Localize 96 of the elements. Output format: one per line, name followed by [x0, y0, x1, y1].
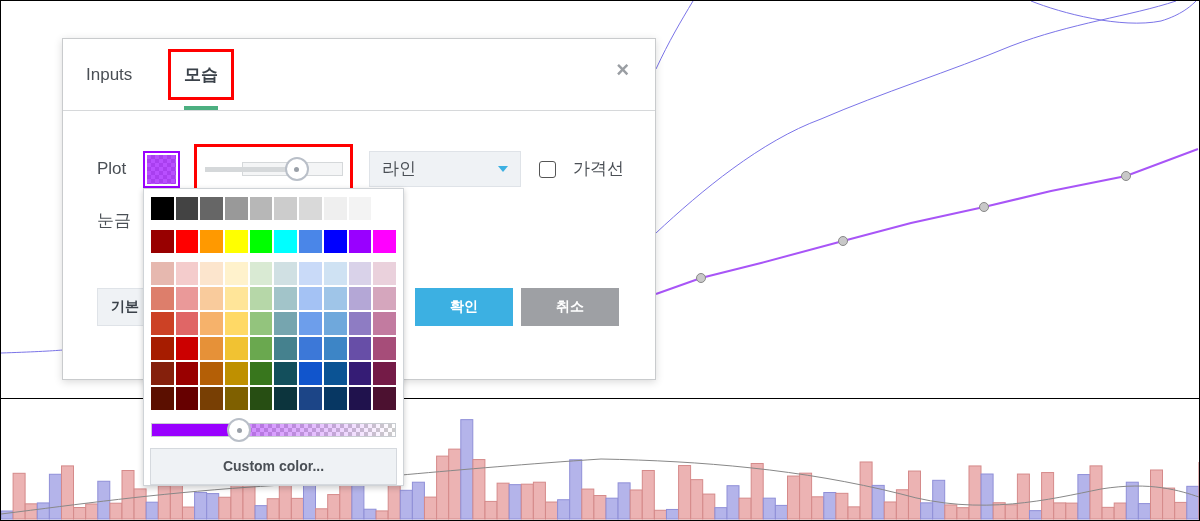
color-swatch[interactable]: [299, 337, 322, 360]
color-swatch[interactable]: [274, 312, 298, 335]
color-swatch[interactable]: [225, 337, 248, 360]
color-swatch[interactable]: [225, 262, 248, 285]
color-swatch[interactable]: [299, 197, 322, 220]
color-swatch[interactable]: [175, 230, 199, 253]
color-swatch[interactable]: [323, 312, 347, 335]
color-swatch[interactable]: [274, 287, 298, 310]
color-swatch[interactable]: [249, 312, 273, 335]
price-line-label: 가격선: [573, 158, 624, 181]
color-swatch[interactable]: [323, 362, 347, 385]
data-point: [1121, 171, 1131, 181]
data-point: [979, 202, 989, 212]
color-swatch[interactable]: [323, 387, 347, 410]
color-swatch[interactable]: [348, 262, 372, 285]
color-swatch[interactable]: [373, 262, 396, 285]
color-swatch[interactable]: [200, 197, 224, 220]
color-swatch[interactable]: [373, 312, 396, 335]
color-swatch[interactable]: [249, 287, 273, 310]
color-swatch[interactable]: [274, 337, 298, 360]
color-swatch[interactable]: [249, 387, 273, 410]
color-swatch[interactable]: [175, 337, 199, 360]
color-swatch[interactable]: [274, 230, 298, 253]
color-swatch[interactable]: [200, 230, 224, 253]
color-swatch[interactable]: [175, 312, 199, 335]
color-swatch[interactable]: [373, 230, 396, 253]
color-swatch[interactable]: [175, 387, 199, 410]
color-swatch[interactable]: [323, 337, 347, 360]
line-width-slider[interactable]: [204, 157, 343, 181]
color-swatch[interactable]: [175, 362, 199, 385]
color-swatch[interactable]: [299, 287, 322, 310]
color-swatch[interactable]: [323, 230, 347, 253]
color-swatch[interactable]: [373, 337, 396, 360]
color-swatch[interactable]: [323, 197, 347, 220]
color-swatch[interactable]: [225, 230, 248, 253]
color-swatch[interactable]: [200, 287, 224, 310]
color-swatch[interactable]: [151, 362, 174, 385]
color-swatch[interactable]: [348, 287, 372, 310]
color-swatch[interactable]: [151, 287, 174, 310]
color-swatch[interactable]: [225, 312, 248, 335]
custom-color-button[interactable]: Custom color...: [150, 448, 397, 485]
color-swatch[interactable]: [373, 287, 396, 310]
color-swatch[interactable]: [225, 197, 248, 220]
color-swatch[interactable]: [249, 197, 273, 220]
plot-label: Plot: [97, 158, 128, 181]
color-swatch[interactable]: [274, 197, 298, 220]
color-swatch[interactable]: [200, 362, 224, 385]
indicator-line: [1, 349, 64, 354]
color-swatch[interactable]: [200, 312, 224, 335]
color-swatch[interactable]: [348, 362, 372, 385]
color-swatch[interactable]: [249, 337, 273, 360]
color-swatch[interactable]: [348, 230, 372, 253]
color-swatch[interactable]: [200, 262, 224, 285]
data-point: [696, 273, 706, 283]
color-swatch[interactable]: [323, 262, 347, 285]
color-swatch[interactable]: [323, 287, 347, 310]
color-swatch[interactable]: [299, 387, 322, 410]
color-swatch[interactable]: [274, 262, 298, 285]
color-swatch[interactable]: [299, 262, 322, 285]
color-swatch[interactable]: [151, 230, 174, 253]
color-swatch[interactable]: [175, 197, 199, 220]
color-swatch[interactable]: [249, 230, 273, 253]
color-swatch[interactable]: [200, 387, 224, 410]
color-swatch[interactable]: [348, 337, 372, 360]
color-swatch[interactable]: [373, 362, 396, 385]
color-swatch[interactable]: [299, 312, 322, 335]
tab[interactable]: 모습: [184, 61, 219, 88]
color-swatch[interactable]: [348, 312, 372, 335]
color-swatch[interactable]: [225, 287, 248, 310]
opacity-slider[interactable]: [151, 418, 396, 442]
color-swatch[interactable]: [151, 387, 174, 410]
color-swatch[interactable]: [299, 230, 322, 253]
color-swatch[interactable]: [348, 387, 372, 410]
line-style-dropdown[interactable]: 라인: [369, 151, 521, 187]
color-swatch[interactable]: [175, 287, 199, 310]
color-swatch[interactable]: [151, 197, 174, 220]
data-point: [838, 236, 848, 246]
color-swatch[interactable]: [175, 262, 199, 285]
color-swatch[interactable]: [274, 387, 298, 410]
color-swatch[interactable]: [299, 362, 322, 385]
color-swatch[interactable]: [373, 387, 396, 410]
color-swatch[interactable]: [274, 362, 298, 385]
color-swatch[interactable]: [249, 262, 273, 285]
color-swatch[interactable]: [151, 262, 174, 285]
color-swatch[interactable]: [151, 312, 174, 335]
tab-underline: [184, 106, 219, 110]
color-swatch[interactable]: [151, 337, 174, 360]
caret-icon: [498, 166, 508, 172]
color-swatch[interactable]: [249, 362, 273, 385]
tab[interactable]: Inputs: [86, 61, 133, 88]
color-swatch[interactable]: [200, 337, 224, 360]
ticks-label: 눈금: [97, 210, 131, 232]
plot-color-swatch[interactable]: [143, 150, 180, 188]
color-swatch[interactable]: [225, 387, 248, 410]
color-swatch[interactable]: [225, 362, 248, 385]
price-line-checkbox[interactable]: [539, 160, 556, 178]
